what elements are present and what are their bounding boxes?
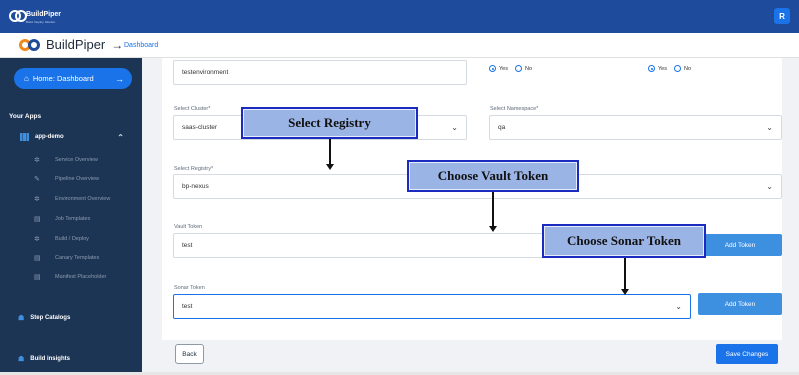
radio-yes-1[interactable] xyxy=(489,65,496,72)
environment-name-value: testenvironment xyxy=(182,69,229,76)
registry-value: bp-nexus xyxy=(182,183,209,190)
save-changes-button[interactable]: Save Changes xyxy=(716,344,778,364)
apps-grid-icon xyxy=(20,133,29,141)
add-sonar-token-button[interactable]: Add Token xyxy=(698,293,782,315)
insights-icon: ☗ xyxy=(18,356,25,363)
catalog-icon: ☗ xyxy=(18,315,25,322)
sidebar-item-build-deploy[interactable]: ✲ Build / Deploy xyxy=(34,235,89,243)
sonar-token-select[interactable]: test ⌄ xyxy=(173,294,691,319)
page-header: BuildPiper → Dashboard xyxy=(0,33,799,58)
arrow-right-icon: → xyxy=(115,73,124,84)
sidebar-item-label: Step Catalogs xyxy=(30,315,71,321)
sidebar-item-pipeline-overview[interactable]: ✎ Pipeline Overview xyxy=(34,175,99,183)
document-icon: ▤ xyxy=(34,216,41,223)
document-icon: ▤ xyxy=(34,274,41,281)
callout-select-registry: Select Registry xyxy=(241,107,418,139)
sidebar-item-label: Service Overview xyxy=(55,157,98,163)
sidebar-item-build-insights[interactable]: ☗ Build insights xyxy=(18,355,70,363)
radio-no-2[interactable] xyxy=(673,65,681,72)
brand[interactable]: BuildPiper → xyxy=(19,37,123,52)
buildpiper-brand-icon xyxy=(19,38,41,52)
your-apps-heading: Your Apps xyxy=(9,113,42,120)
user-avatar[interactable]: R xyxy=(774,8,790,24)
sidebar-item-label: Manifest Placeholder xyxy=(55,274,107,280)
gear-icon: ✲ xyxy=(34,157,40,164)
radio-no-1[interactable] xyxy=(514,65,522,72)
sidebar-item-label: Build / Deploy xyxy=(55,236,89,242)
sidebar-item-canary-templates[interactable]: ▤ Canary Templates xyxy=(34,254,99,262)
sonar-token-value: test xyxy=(182,303,193,310)
cluster-value: saas-cluster xyxy=(182,124,218,131)
callout-choose-sonar-token: Choose Sonar Token xyxy=(542,224,706,258)
vault-token-label: Vault Token xyxy=(174,224,203,230)
callout-pointer-vault xyxy=(489,192,497,232)
top-logo[interactable]: BuildPiper xyxy=(9,10,62,22)
radio-no-label: No xyxy=(683,65,692,72)
registry-label: Select Registry* xyxy=(174,166,214,172)
chevron-down-icon: ⌄ xyxy=(451,123,458,132)
sidebar-item-job-templates[interactable]: ▤ Job Templates xyxy=(34,215,90,223)
main-content: testenvironment Yes No Yes No Select Clu… xyxy=(142,58,799,375)
namespace-select[interactable]: qa ⌄ xyxy=(489,115,782,140)
sidebar-item-label: Build insights xyxy=(30,356,70,362)
namespace-value: qa xyxy=(498,124,506,131)
back-button[interactable]: Back xyxy=(175,344,204,364)
radio-yes-label: Yes xyxy=(499,65,508,72)
sonar-token-label: Sonar Token xyxy=(174,285,205,291)
callout-pointer-sonar xyxy=(621,258,629,295)
chevron-down-icon: ⌄ xyxy=(766,182,773,191)
radio-group-1: Yes No xyxy=(489,65,532,72)
callout-choose-vault-token: Choose Vault Token xyxy=(407,160,579,192)
sidebar-item-label: Environment Overview xyxy=(55,196,111,202)
radio-group-2: Yes No xyxy=(648,65,691,72)
callout-pointer-registry xyxy=(326,139,334,170)
form-panel: testenvironment Yes No Yes No Select Clu… xyxy=(162,58,782,340)
app-name: app-demo xyxy=(35,134,64,140)
vault-token-value: test xyxy=(182,242,193,249)
document-icon: ▤ xyxy=(34,255,41,262)
radio-no-label: No xyxy=(524,65,533,72)
app-selector[interactable]: app-demo ⌃ xyxy=(20,133,130,142)
chevron-down-icon: ⌄ xyxy=(675,302,682,311)
tools-icon: ✎ xyxy=(34,176,40,183)
sidebar-item-service-overview[interactable]: ✲ Service Overview xyxy=(34,156,98,164)
gear-icon: ✲ xyxy=(34,236,40,243)
sidebar-item-environment-overview[interactable]: ✲ Environment Overview xyxy=(34,195,110,203)
chevron-up-icon[interactable]: ⌃ xyxy=(117,133,124,142)
radio-yes-2[interactable] xyxy=(648,65,655,72)
sidebar-item-manifest-placeholder[interactable]: ▤ Manifest Placeholder xyxy=(34,273,106,281)
home-button-label: Home: Dashboard xyxy=(32,74,94,83)
sidebar-item-step-catalogs[interactable]: ☗ Step Catalogs xyxy=(18,314,70,322)
breadcrumb-dashboard[interactable]: Dashboard xyxy=(124,42,158,49)
top-logo-tagline: Build. Deploy. Monitor. xyxy=(26,20,56,24)
environment-name-field[interactable]: testenvironment xyxy=(173,60,467,85)
brand-name: BuildPiper xyxy=(46,37,106,52)
buildpiper-logo-icon xyxy=(9,10,27,22)
top-logo-text: BuildPiper xyxy=(26,11,62,18)
sidebar-item-label: Pipeline Overview xyxy=(55,176,100,182)
sidebar-item-label: Job Templates xyxy=(55,216,91,222)
form-footer: Back Save Changes xyxy=(162,340,782,375)
breadcrumb-arrow-icon: → xyxy=(111,37,124,52)
home-dashboard-button[interactable]: ⌂ Home: Dashboard → xyxy=(14,68,132,89)
namespace-label: Select Namespace* xyxy=(490,106,539,112)
chevron-down-icon: ⌄ xyxy=(766,123,773,132)
radio-yes-label: Yes xyxy=(658,65,667,72)
gear-icon: ✲ xyxy=(34,196,40,203)
home-icon: ⌂ xyxy=(24,74,29,83)
add-vault-token-button[interactable]: Add Token xyxy=(698,234,782,256)
top-bar: BuildPiper Build. Deploy. Monitor. R xyxy=(0,0,799,33)
cluster-label: Select Cluster* xyxy=(174,106,211,112)
sidebar-item-label: Canary Templates xyxy=(55,255,100,261)
sidebar: ⌂ Home: Dashboard → Your Apps app-demo ⌃… xyxy=(0,58,142,375)
